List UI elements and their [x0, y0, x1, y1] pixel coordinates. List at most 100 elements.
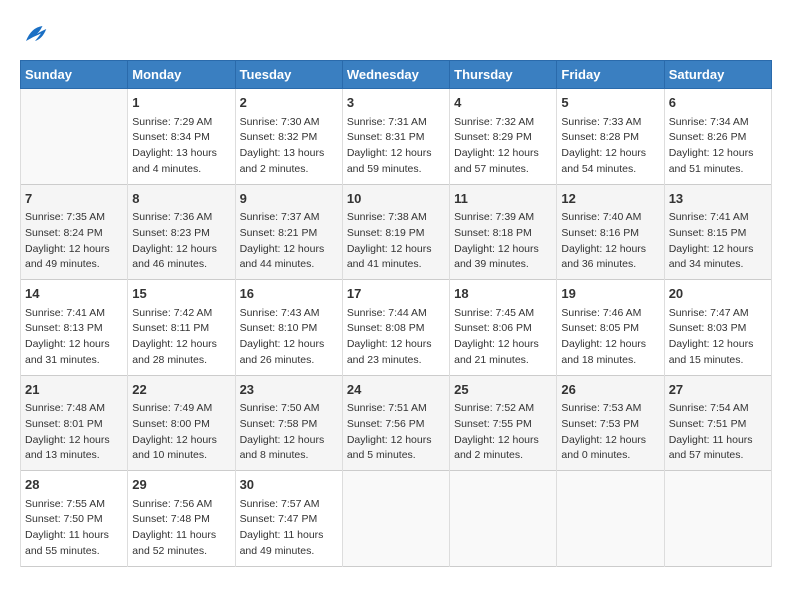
day-info: Sunrise: 7:55 AMSunset: 7:50 PMDaylight:…	[25, 497, 123, 560]
column-header-tuesday: Tuesday	[235, 61, 342, 89]
day-cell: 5Sunrise: 7:33 AMSunset: 8:28 PMDaylight…	[557, 89, 664, 185]
day-info: Sunrise: 7:35 AMSunset: 8:24 PMDaylight:…	[25, 210, 123, 273]
day-info: Sunrise: 7:57 AMSunset: 7:47 PMDaylight:…	[240, 497, 338, 560]
day-cell: 14Sunrise: 7:41 AMSunset: 8:13 PMDayligh…	[21, 280, 128, 376]
day-number: 8	[132, 189, 230, 209]
day-number: 10	[347, 189, 445, 209]
day-number: 14	[25, 284, 123, 304]
column-header-thursday: Thursday	[450, 61, 557, 89]
week-row-5: 28Sunrise: 7:55 AMSunset: 7:50 PMDayligh…	[21, 471, 772, 567]
day-info: Sunrise: 7:37 AMSunset: 8:21 PMDaylight:…	[240, 210, 338, 273]
day-cell	[450, 471, 557, 567]
day-cell: 22Sunrise: 7:49 AMSunset: 8:00 PMDayligh…	[128, 375, 235, 471]
day-cell: 3Sunrise: 7:31 AMSunset: 8:31 PMDaylight…	[342, 89, 449, 185]
day-info: Sunrise: 7:50 AMSunset: 7:58 PMDaylight:…	[240, 401, 338, 464]
day-number: 27	[669, 380, 767, 400]
day-number: 30	[240, 475, 338, 495]
day-info: Sunrise: 7:31 AMSunset: 8:31 PMDaylight:…	[347, 115, 445, 178]
day-cell: 30Sunrise: 7:57 AMSunset: 7:47 PMDayligh…	[235, 471, 342, 567]
day-cell	[664, 471, 771, 567]
day-cell	[342, 471, 449, 567]
day-cell	[21, 89, 128, 185]
day-info: Sunrise: 7:54 AMSunset: 7:51 PMDaylight:…	[669, 401, 767, 464]
day-number: 3	[347, 93, 445, 113]
day-number: 18	[454, 284, 552, 304]
day-info: Sunrise: 7:44 AMSunset: 8:08 PMDaylight:…	[347, 306, 445, 369]
logo-icon	[20, 20, 50, 50]
day-number: 6	[669, 93, 767, 113]
day-number: 26	[561, 380, 659, 400]
day-info: Sunrise: 7:49 AMSunset: 8:00 PMDaylight:…	[132, 401, 230, 464]
day-info: Sunrise: 7:41 AMSunset: 8:15 PMDaylight:…	[669, 210, 767, 273]
day-info: Sunrise: 7:41 AMSunset: 8:13 PMDaylight:…	[25, 306, 123, 369]
day-info: Sunrise: 7:52 AMSunset: 7:55 PMDaylight:…	[454, 401, 552, 464]
day-cell: 23Sunrise: 7:50 AMSunset: 7:58 PMDayligh…	[235, 375, 342, 471]
logo	[20, 20, 54, 50]
day-cell: 24Sunrise: 7:51 AMSunset: 7:56 PMDayligh…	[342, 375, 449, 471]
day-info: Sunrise: 7:39 AMSunset: 8:18 PMDaylight:…	[454, 210, 552, 273]
page-header	[20, 20, 772, 50]
day-info: Sunrise: 7:51 AMSunset: 7:56 PMDaylight:…	[347, 401, 445, 464]
column-header-wednesday: Wednesday	[342, 61, 449, 89]
column-header-sunday: Sunday	[21, 61, 128, 89]
day-info: Sunrise: 7:56 AMSunset: 7:48 PMDaylight:…	[132, 497, 230, 560]
day-cell: 20Sunrise: 7:47 AMSunset: 8:03 PMDayligh…	[664, 280, 771, 376]
day-number: 9	[240, 189, 338, 209]
day-cell: 4Sunrise: 7:32 AMSunset: 8:29 PMDaylight…	[450, 89, 557, 185]
day-number: 23	[240, 380, 338, 400]
day-cell: 12Sunrise: 7:40 AMSunset: 8:16 PMDayligh…	[557, 184, 664, 280]
day-number: 1	[132, 93, 230, 113]
day-number: 4	[454, 93, 552, 113]
day-cell: 29Sunrise: 7:56 AMSunset: 7:48 PMDayligh…	[128, 471, 235, 567]
day-cell: 19Sunrise: 7:46 AMSunset: 8:05 PMDayligh…	[557, 280, 664, 376]
day-number: 19	[561, 284, 659, 304]
day-cell: 16Sunrise: 7:43 AMSunset: 8:10 PMDayligh…	[235, 280, 342, 376]
day-cell: 1Sunrise: 7:29 AMSunset: 8:34 PMDaylight…	[128, 89, 235, 185]
day-info: Sunrise: 7:30 AMSunset: 8:32 PMDaylight:…	[240, 115, 338, 178]
column-header-monday: Monday	[128, 61, 235, 89]
day-number: 13	[669, 189, 767, 209]
day-cell: 26Sunrise: 7:53 AMSunset: 7:53 PMDayligh…	[557, 375, 664, 471]
day-info: Sunrise: 7:53 AMSunset: 7:53 PMDaylight:…	[561, 401, 659, 464]
column-header-saturday: Saturday	[664, 61, 771, 89]
day-cell: 18Sunrise: 7:45 AMSunset: 8:06 PMDayligh…	[450, 280, 557, 376]
day-info: Sunrise: 7:48 AMSunset: 8:01 PMDaylight:…	[25, 401, 123, 464]
day-cell: 10Sunrise: 7:38 AMSunset: 8:19 PMDayligh…	[342, 184, 449, 280]
day-info: Sunrise: 7:33 AMSunset: 8:28 PMDaylight:…	[561, 115, 659, 178]
day-number: 12	[561, 189, 659, 209]
day-info: Sunrise: 7:45 AMSunset: 8:06 PMDaylight:…	[454, 306, 552, 369]
week-row-3: 14Sunrise: 7:41 AMSunset: 8:13 PMDayligh…	[21, 280, 772, 376]
day-number: 15	[132, 284, 230, 304]
day-cell	[557, 471, 664, 567]
day-cell: 2Sunrise: 7:30 AMSunset: 8:32 PMDaylight…	[235, 89, 342, 185]
day-number: 22	[132, 380, 230, 400]
day-info: Sunrise: 7:46 AMSunset: 8:05 PMDaylight:…	[561, 306, 659, 369]
week-row-4: 21Sunrise: 7:48 AMSunset: 8:01 PMDayligh…	[21, 375, 772, 471]
day-number: 5	[561, 93, 659, 113]
day-cell: 21Sunrise: 7:48 AMSunset: 8:01 PMDayligh…	[21, 375, 128, 471]
day-cell: 15Sunrise: 7:42 AMSunset: 8:11 PMDayligh…	[128, 280, 235, 376]
day-info: Sunrise: 7:29 AMSunset: 8:34 PMDaylight:…	[132, 115, 230, 178]
day-info: Sunrise: 7:40 AMSunset: 8:16 PMDaylight:…	[561, 210, 659, 273]
day-number: 28	[25, 475, 123, 495]
day-cell: 6Sunrise: 7:34 AMSunset: 8:26 PMDaylight…	[664, 89, 771, 185]
day-cell: 28Sunrise: 7:55 AMSunset: 7:50 PMDayligh…	[21, 471, 128, 567]
day-cell: 17Sunrise: 7:44 AMSunset: 8:08 PMDayligh…	[342, 280, 449, 376]
day-cell: 11Sunrise: 7:39 AMSunset: 8:18 PMDayligh…	[450, 184, 557, 280]
day-cell: 7Sunrise: 7:35 AMSunset: 8:24 PMDaylight…	[21, 184, 128, 280]
column-header-friday: Friday	[557, 61, 664, 89]
week-row-2: 7Sunrise: 7:35 AMSunset: 8:24 PMDaylight…	[21, 184, 772, 280]
calendar-header-row: SundayMondayTuesdayWednesdayThursdayFrid…	[21, 61, 772, 89]
day-cell: 9Sunrise: 7:37 AMSunset: 8:21 PMDaylight…	[235, 184, 342, 280]
day-cell: 13Sunrise: 7:41 AMSunset: 8:15 PMDayligh…	[664, 184, 771, 280]
week-row-1: 1Sunrise: 7:29 AMSunset: 8:34 PMDaylight…	[21, 89, 772, 185]
day-number: 2	[240, 93, 338, 113]
day-number: 29	[132, 475, 230, 495]
day-number: 24	[347, 380, 445, 400]
day-info: Sunrise: 7:47 AMSunset: 8:03 PMDaylight:…	[669, 306, 767, 369]
day-number: 7	[25, 189, 123, 209]
day-info: Sunrise: 7:43 AMSunset: 8:10 PMDaylight:…	[240, 306, 338, 369]
day-number: 16	[240, 284, 338, 304]
day-info: Sunrise: 7:36 AMSunset: 8:23 PMDaylight:…	[132, 210, 230, 273]
day-cell: 8Sunrise: 7:36 AMSunset: 8:23 PMDaylight…	[128, 184, 235, 280]
